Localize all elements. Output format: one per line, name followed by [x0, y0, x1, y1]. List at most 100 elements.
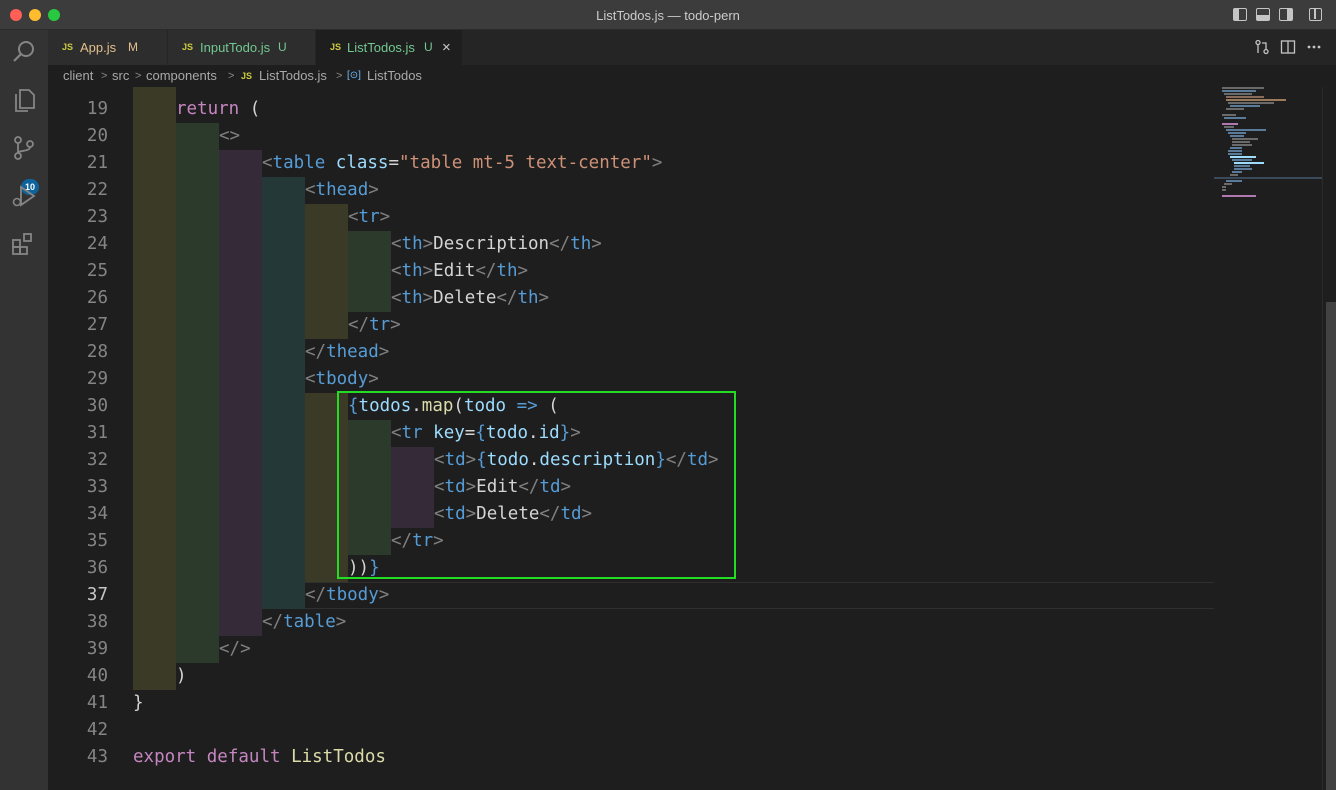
code-line[interactable]: }	[133, 690, 144, 717]
indent-guide	[262, 177, 305, 609]
code-token: th	[496, 261, 518, 281]
vertical-scrollbar[interactable]	[1322, 87, 1336, 790]
indent-guide	[176, 123, 219, 663]
breadcrumb-item-file[interactable]: ListTodos.js	[259, 65, 327, 87]
code-token: >	[379, 207, 391, 227]
code-line[interactable]: </thead>	[305, 339, 389, 366]
code-token: <	[262, 153, 273, 173]
line-number: 37	[86, 585, 108, 605]
code-line[interactable]: export default ListTodos	[133, 744, 386, 771]
run-and-debug-icon[interactable]	[10, 182, 38, 210]
code-token: export	[133, 747, 197, 767]
breadcrumb: client > src > components > JS ListTodos…	[48, 65, 1336, 87]
line-number: 22	[86, 180, 108, 200]
editor-tabs: JS App.js M JS InputTodo.js U JS ListTod…	[48, 30, 1336, 65]
line-number: 23	[86, 207, 108, 227]
code-token: )	[176, 666, 187, 686]
search-icon[interactable]	[10, 38, 38, 66]
breadcrumb-item-components[interactable]: components	[146, 65, 217, 87]
line-number: 18	[48, 87, 108, 92]
code-line[interactable]: </tr>	[348, 312, 401, 339]
code-token: >	[422, 234, 434, 254]
code-token: <	[391, 261, 402, 281]
chevron-right-icon: >	[336, 70, 343, 82]
code-token: >	[378, 342, 390, 362]
code-token: >	[517, 261, 529, 281]
tab-listtodos-js[interactable]: JS ListTodos.js U ×	[316, 30, 463, 65]
line-number: 40	[86, 666, 108, 686]
toggle-panel-icon[interactable]	[1256, 8, 1270, 21]
line-number: 34	[86, 504, 108, 524]
line-number: 29	[86, 369, 108, 389]
code-line[interactable]: </>	[219, 636, 251, 663]
code-line[interactable]: <tr>	[348, 204, 390, 231]
source-control-icon[interactable]	[10, 134, 38, 162]
code-token: >	[335, 612, 347, 632]
open-changes-icon[interactable]	[1254, 39, 1270, 55]
code-token: th	[401, 288, 423, 308]
code-editor[interactable]: 18 19return (20<>21<table class="table m…	[48, 87, 1214, 790]
code-line[interactable]: <th>Delete</th>	[391, 285, 549, 312]
code-line[interactable]: <tbody>	[305, 366, 379, 393]
breadcrumb-item-src[interactable]: src	[112, 65, 129, 87]
line-number: 27	[86, 315, 108, 335]
code-line[interactable]: <table class="table mt-5 text-center">	[262, 150, 662, 177]
line-number: 26	[86, 288, 108, 308]
breadcrumb-item-symbol[interactable]: ListTodos	[367, 65, 422, 87]
tab-app-js[interactable]: JS App.js M	[48, 30, 168, 65]
code-token: class	[335, 153, 389, 173]
code-token: thead	[315, 180, 369, 200]
code-token: >	[368, 180, 379, 200]
code-line[interactable]: <th>Edit</th>	[391, 258, 528, 285]
toggle-secondary-sidebar-icon[interactable]	[1279, 8, 1293, 21]
code-token: <	[391, 288, 402, 308]
code-line[interactable]: </table>	[262, 609, 346, 636]
code-token: "table mt-5 text-center"	[399, 153, 652, 173]
split-editor-icon[interactable]	[1280, 39, 1296, 55]
minimap[interactable]	[1214, 87, 1322, 790]
code-token: </	[549, 234, 571, 254]
customize-layout-icon[interactable]	[1309, 8, 1322, 21]
tab-label: ListTodos.js	[347, 40, 415, 55]
line-number: 33	[86, 477, 108, 497]
javascript-file-icon: JS	[182, 42, 194, 52]
code-token: th	[570, 234, 592, 254]
line-number: 31	[86, 423, 108, 443]
line-number: 39	[86, 639, 108, 659]
extensions-icon[interactable]	[10, 230, 38, 258]
line-number: 19	[86, 99, 108, 119]
more-actions-icon[interactable]	[1306, 39, 1322, 55]
code-token: Description	[433, 234, 550, 254]
code-token: >	[651, 153, 663, 173]
javascript-file-icon: JS	[62, 42, 74, 52]
code-token: th	[401, 261, 423, 281]
tab-inputtodo-js[interactable]: JS InputTodo.js U	[168, 30, 316, 65]
code-line[interactable]: </tbody>	[305, 582, 389, 609]
code-token: th	[401, 234, 423, 254]
code-token: >	[390, 315, 401, 335]
code-token: </	[475, 261, 497, 281]
explorer-icon[interactable]	[10, 86, 38, 114]
code-token: (	[239, 99, 261, 119]
code-token: </	[305, 585, 327, 605]
code-token: </	[305, 342, 327, 362]
scrollbar-thumb[interactable]	[1326, 302, 1336, 790]
breadcrumb-item-client[interactable]: client	[63, 65, 93, 87]
line-number: 35	[86, 531, 108, 551]
indent-guide	[219, 150, 262, 636]
line-number: 20	[86, 126, 108, 146]
close-tab-icon[interactable]: ×	[442, 30, 451, 65]
code-line[interactable]: <th>Description</th>	[391, 231, 602, 258]
code-token: >	[368, 369, 379, 389]
toggle-primary-sidebar-icon[interactable]	[1233, 8, 1247, 21]
code-line[interactable]: )	[176, 663, 187, 690]
code-token: </	[262, 612, 284, 632]
code-line[interactable]: <thead>	[305, 177, 379, 204]
code-line[interactable]: return (	[176, 96, 260, 123]
code-line[interactable]: <>	[219, 123, 240, 150]
chevron-right-icon: >	[228, 70, 235, 82]
symbol-icon: [⊙]	[347, 70, 361, 81]
line-number: 32	[86, 450, 108, 470]
line-number: 25	[86, 261, 108, 281]
